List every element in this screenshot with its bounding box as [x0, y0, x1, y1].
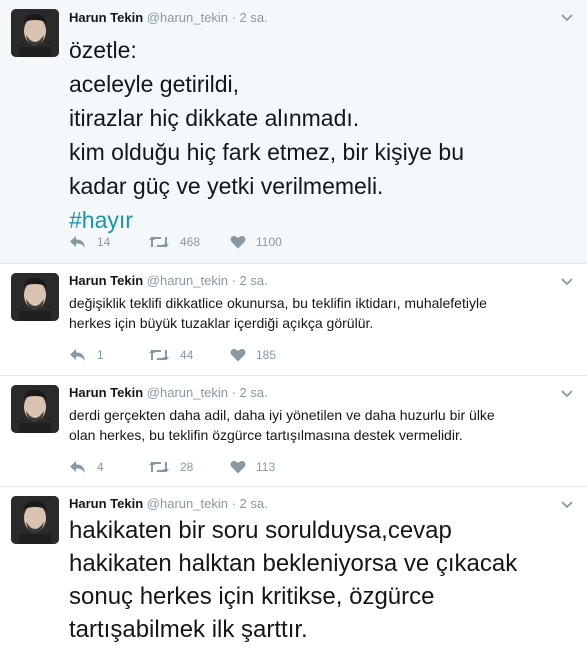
tweet-text-line: itirazlar hiç dikkate alınmadı. [69, 105, 360, 131]
separator-dot: · [231, 273, 236, 288]
author-name[interactable]: Harun Tekin [69, 496, 143, 511]
tweet-header: Harun Tekin @harun_tekin · 2 sa. [69, 384, 268, 402]
tweet-header: Harun Tekin @harun_tekin · 2 sa. [69, 495, 268, 513]
tweet-time[interactable]: 2 sa. [240, 10, 268, 25]
like-count: 1100 [256, 235, 282, 249]
tweet-1[interactable]: Harun Tekin @harun_tekin · 2 sa. özetle:… [0, 0, 587, 264]
avatar[interactable] [11, 9, 59, 57]
like-button[interactable]: 185 [230, 345, 276, 365]
author-handle[interactable]: @harun_tekin [147, 10, 228, 25]
avatar[interactable] [11, 496, 59, 544]
author-name[interactable]: Harun Tekin [69, 10, 143, 25]
tweet-time[interactable]: 2 sa. [240, 273, 268, 288]
reply-button[interactable]: 1 [69, 345, 104, 365]
chevron-down-icon[interactable] [560, 277, 574, 287]
tweet-text-line: kadar güç ve yetki verilmemeli. [69, 173, 384, 199]
tweet-time[interactable]: 2 sa. [240, 385, 268, 400]
separator-dot: · [231, 496, 236, 511]
retweet-icon [149, 461, 169, 473]
reply-count: 4 [97, 460, 104, 474]
like-count: 113 [256, 460, 276, 474]
tweet-text-line: derdi gerçekten daha adil, daha iyi yöne… [69, 407, 495, 423]
tweet-header: Harun Tekin @harun_tekin · 2 sa. [69, 9, 268, 27]
like-count: 185 [256, 348, 277, 362]
retweet-count: 44 [180, 348, 194, 362]
tweet-text: derdi gerçekten daha adil, daha iyi yöne… [69, 405, 574, 445]
author-handle[interactable]: @harun_tekin [147, 496, 228, 511]
tweet-text-line: sonuç herkes için kritikse, özgürce [69, 583, 435, 610]
avatar[interactable] [11, 273, 59, 321]
tweet-header: Harun Tekin @harun_tekin · 2 sa. [69, 272, 268, 290]
tweet-text-line: kim olduğu hiç fark etmez, bir kişiye bu [69, 139, 464, 165]
retweet-button[interactable]: 468 [148, 232, 200, 252]
reply-count: 1 [97, 348, 104, 362]
retweet-count: 28 [180, 460, 194, 474]
reply-button[interactable]: 4 [69, 457, 104, 477]
heart-icon [230, 348, 246, 362]
avatar-image [11, 9, 59, 57]
reply-count: 14 [97, 235, 111, 249]
tweet-time[interactable]: 2 sa. [240, 496, 268, 511]
like-button[interactable]: 1100 [230, 232, 282, 252]
author-name[interactable]: Harun Tekin [69, 385, 143, 400]
tweet-2[interactable]: Harun Tekin @harun_tekin · 2 sa. değişik… [0, 264, 587, 376]
heart-icon [230, 460, 246, 474]
reply-button[interactable]: 14 [69, 232, 110, 252]
tweet-text: hakikaten bir soru sorulduysa,cevap haki… [69, 514, 517, 646]
retweet-button[interactable]: 44 [148, 345, 193, 365]
tweet-4[interactable]: Harun Tekin @harun_tekin · 2 sa. hakikat… [0, 487, 587, 649]
reply-icon [70, 461, 85, 473]
tweet-text: değişiklik teklifi dikkatlice okunursa, … [69, 293, 574, 333]
separator-dot: · [231, 385, 236, 400]
retweet-button[interactable]: 28 [148, 457, 193, 477]
chevron-down-icon[interactable] [560, 500, 574, 510]
tweet-text-line: aceleyle getirildi, [69, 71, 240, 97]
separator-dot: · [231, 10, 236, 25]
reply-icon [70, 236, 85, 248]
avatar-image [11, 385, 59, 433]
avatar[interactable] [11, 385, 59, 433]
like-button[interactable]: 113 [230, 457, 275, 477]
avatar-image [11, 496, 59, 544]
tweet-text-line: hakikaten bir soru sorulduysa,cevap [69, 517, 452, 544]
reply-icon [70, 349, 85, 361]
tweet-text-line: olan herkes, bu teklifin özgürce tartışı… [69, 427, 463, 443]
tweet-text-line: tartışabilmek ilk şarttır. [69, 616, 308, 643]
chevron-down-icon[interactable] [560, 13, 574, 23]
author-handle[interactable]: @harun_tekin [147, 273, 228, 288]
chevron-down-icon[interactable] [560, 389, 574, 399]
tweet-text: özetle: aceleyle getirildi, itirazlar hi… [69, 33, 464, 237]
tweet-3[interactable]: Harun Tekin @harun_tekin · 2 sa. derdi g… [0, 376, 587, 487]
tweet-text-line: değişiklik teklifi dikkatlice okunursa, … [69, 295, 487, 311]
tweet-text-line: hakikaten halktan bekleniyorsa ve çıkaca… [69, 550, 518, 577]
author-name[interactable]: Harun Tekin [69, 273, 143, 288]
retweet-count: 468 [180, 235, 201, 249]
author-handle[interactable]: @harun_tekin [147, 385, 228, 400]
retweet-icon [149, 236, 169, 248]
tweet-text-line: herkes için büyük tuzaklar içerdiği açık… [69, 315, 374, 331]
heart-icon [230, 235, 246, 249]
retweet-icon [149, 349, 169, 361]
avatar-image [11, 273, 59, 321]
tweet-text-line: özetle: [69, 37, 137, 63]
